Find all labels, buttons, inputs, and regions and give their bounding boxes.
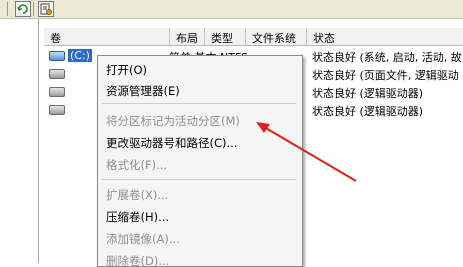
arrow-head	[256, 122, 270, 133]
annotation-arrow	[256, 122, 357, 182]
arrow-shaft	[263, 126, 357, 182]
